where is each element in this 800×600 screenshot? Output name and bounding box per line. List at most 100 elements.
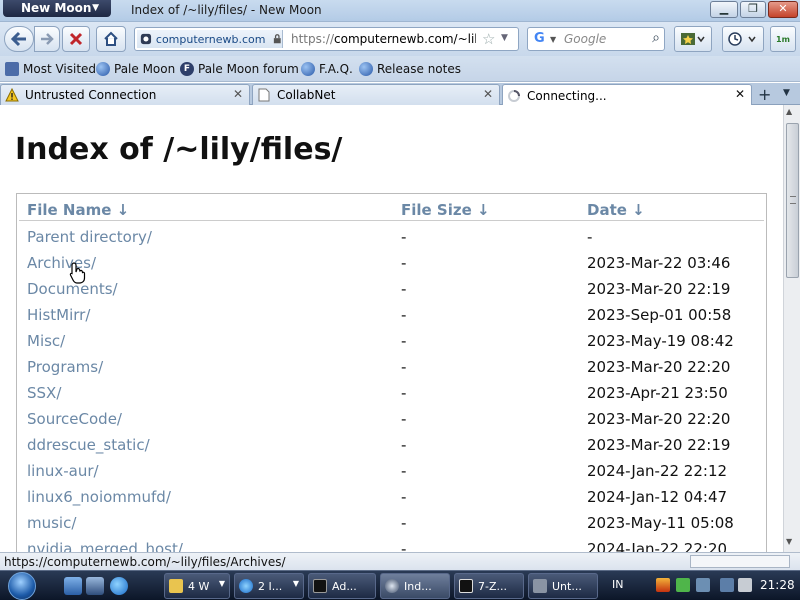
new-tab-icon[interactable]: + [758,85,771,104]
bookmark-faq[interactable]: F.A.Q. [301,62,353,76]
app-tray-icon[interactable] [696,578,710,592]
file-name-link[interactable]: HistMirr/ [27,306,90,324]
file-name-link[interactable]: Parent directory/ [27,228,152,246]
windows-logo-icon [8,572,36,600]
network-icon[interactable] [720,578,734,592]
bookmark-pale-moon-forum[interactable]: F Pale Moon forum [180,62,299,76]
scrollbar-grip [790,196,796,204]
column-header-file-name[interactable]: File Name ↓ [27,201,129,219]
minimize-button[interactable]: ▁ [710,1,738,18]
tab-close-icon[interactable]: ✕ [233,87,243,101]
addon-button[interactable]: 1m [770,26,796,52]
table-row: SourceCode/ - 2023-Mar-20 22:20 [17,410,766,436]
forward-button[interactable] [34,26,60,52]
scroll-up-icon[interactable]: ▲ [786,107,792,116]
start-button[interactable] [4,571,48,600]
clock-icon [728,32,756,46]
language-indicator[interactable]: IN [612,578,623,591]
back-button[interactable] [4,26,34,52]
bookmark-pale-moon[interactable]: Pale Moon [96,62,175,76]
column-header-file-size[interactable]: File Size ↓ [401,201,490,219]
google-icon[interactable]: G [534,31,545,46]
security-shield-icon[interactable] [656,578,670,592]
table-row: music/ - 2023-May-11 05:08 [17,514,766,540]
forward-arrow-icon [41,33,54,45]
ie-icon [239,579,253,593]
app-menu-button[interactable]: New Moon ▼ [3,0,111,17]
file-name-link[interactable]: Programs/ [27,358,103,376]
header-divider [19,220,764,221]
page-icon [258,88,270,102]
bookmark-star-icon[interactable]: ☆ [482,30,495,48]
file-name-link[interactable]: ddrescue_static/ [27,436,150,454]
scroll-down-icon[interactable]: ▼ [786,537,792,546]
bookmark-release-notes[interactable]: Release notes [359,62,461,76]
table-row: Parent directory/ - - [17,228,766,254]
file-size-cell: - [401,358,407,376]
tab-connecting[interactable]: Connecting... ✕ [502,84,752,106]
globe-icon [96,62,110,76]
task-label: Ind... [404,579,432,593]
history-button[interactable] [722,26,764,52]
file-name-link[interactable]: nvidia_merged_host/ [27,540,183,552]
bookmark-most-visited[interactable]: Most Visited [5,62,96,76]
taskbar-ie[interactable]: 2 I... ▼ [234,573,304,599]
internet-explorer-icon[interactable] [110,577,128,595]
maximize-button[interactable]: ❐ [740,1,766,18]
switch-windows-icon[interactable] [86,577,104,595]
column-header-date[interactable]: Date ↓ [587,201,645,219]
close-button[interactable]: ✕ [768,1,798,18]
vertical-scrollbar[interactable]: ▲ ▼ [783,105,800,552]
file-name-link[interactable]: linux-aur/ [27,462,99,480]
tab-collabnet[interactable]: CollabNet ✕ [252,84,500,105]
file-date-cell: 2023-Mar-20 22:20 [587,358,731,376]
taskbar-browser[interactable]: Ind... [380,573,450,599]
taskbar-command-prompt[interactable]: Ad... [308,573,376,599]
taskbar-7zip[interactable]: 7-Z... [454,573,524,599]
site-identity-button[interactable]: computernewb.com [137,30,283,48]
address-bar[interactable]: computernewb.com https://computernewb.co… [134,27,519,51]
tab-untrusted-connection[interactable]: Untrusted Connection ✕ [0,84,250,105]
file-name-link[interactable]: SSX/ [27,384,61,402]
home-button[interactable] [96,26,126,52]
table-row: linux6_noiommufd/ - 2024-Jan-12 04:47 [17,488,766,514]
app-icon [533,579,547,593]
search-icon[interactable]: ⌕ [652,30,660,46]
file-name-link[interactable]: Misc/ [27,332,65,350]
bookmarks-menu-button[interactable] [674,26,712,52]
file-date-cell: 2024-Jan-22 22:12 [587,462,728,480]
check-icon[interactable] [676,578,690,592]
file-name-link[interactable]: SourceCode/ [27,410,122,428]
taskbar-explorer[interactable]: 4 W ▼ [164,573,230,599]
volume-muted-icon[interactable] [738,578,752,592]
clock[interactable]: 21:28 [760,578,795,592]
tab-label: Untrusted Connection [25,88,157,102]
show-desktop-icon[interactable] [64,577,82,595]
task-dropdown-icon: ▼ [218,579,225,588]
tab-close-icon[interactable]: ✕ [483,87,493,101]
status-url: https://computernewb.com/~lily/files/Arc… [4,555,286,569]
url-text[interactable]: https://computernewb.com/~lily/f [291,32,476,46]
url-path: computernewb.com/~lily/f [334,32,476,46]
site-identity-label: computernewb.com [155,32,266,46]
file-name-link[interactable]: music/ [27,514,76,532]
globe-icon [359,62,373,76]
file-date-cell: - [587,228,593,246]
taskbar-untrusted[interactable]: Unt... [528,573,598,599]
table-row: HistMirr/ - 2023-Sep-01 00:58 [17,306,766,332]
url-dropdown-icon[interactable]: ▼ [501,33,508,43]
tab-strip: Untrusted Connection ✕ CollabNet ✕ Conne… [0,83,800,106]
file-size-cell: - [401,332,407,350]
file-date-cell: 2023-Mar-22 03:46 [587,254,731,272]
file-date-cell: 2023-Mar-20 22:19 [587,280,731,298]
stop-button[interactable] [62,26,90,52]
search-box[interactable]: G ▼ Google ⌕ [527,27,665,51]
tab-close-icon[interactable]: ✕ [735,87,745,101]
file-size-cell: - [401,462,407,480]
file-name-link[interactable]: linux6_noiommufd/ [27,488,171,506]
file-size-cell: - [401,488,407,506]
search-engine-dropdown-icon[interactable]: ▼ [550,35,556,44]
scrollbar-thumb[interactable] [786,123,799,278]
file-size-cell: - [401,228,407,246]
tab-list-icon[interactable]: ▼ [783,88,790,98]
